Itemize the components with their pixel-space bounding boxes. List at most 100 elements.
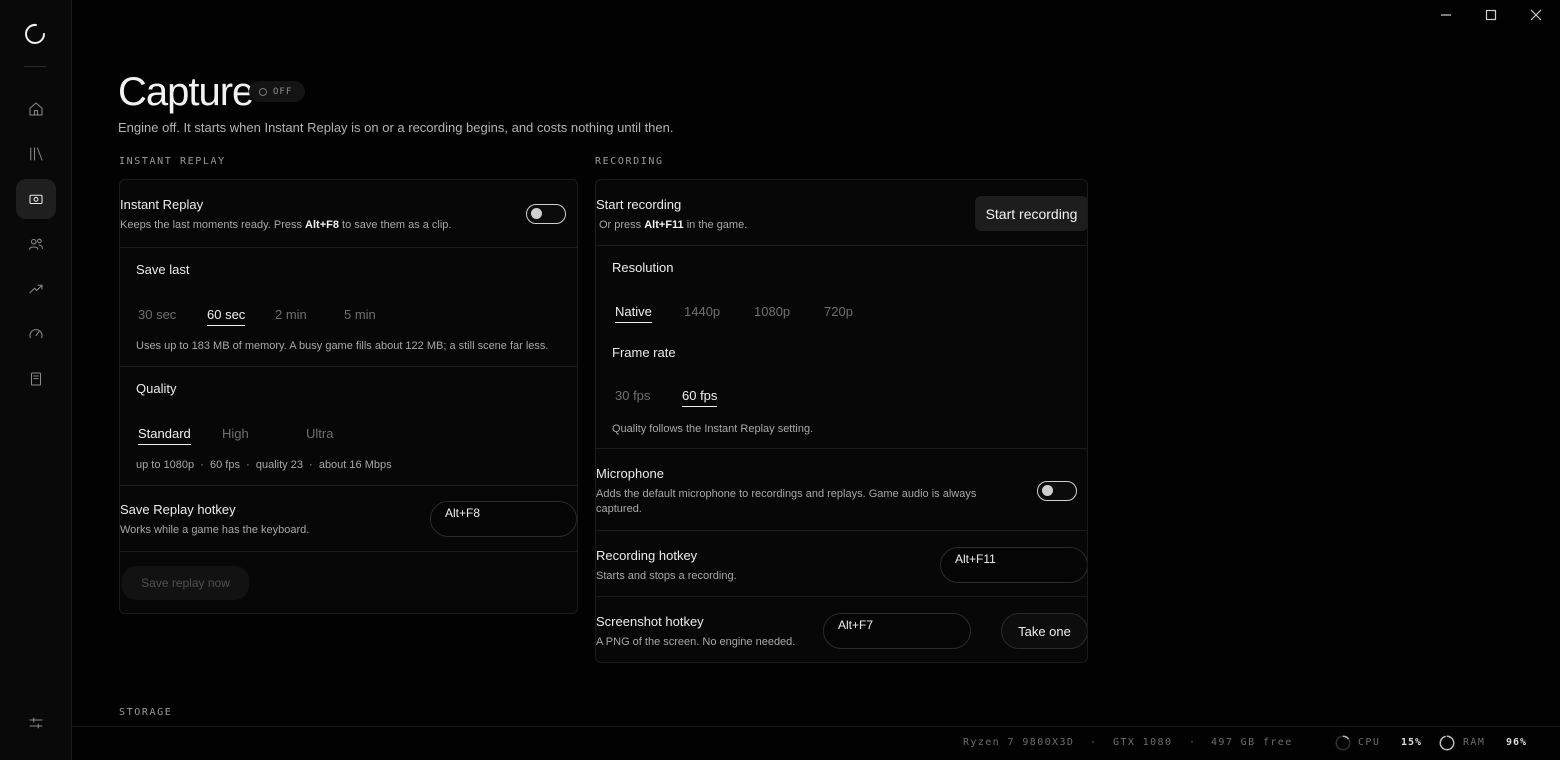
instant-replay-card: Instant Replay Keeps the last moments re… — [119, 179, 578, 614]
sliders-icon — [29, 717, 43, 729]
desc-text: in the game. — [683, 219, 748, 231]
save-last-title: Save last — [136, 262, 190, 277]
cpu-gauge-icon — [1335, 735, 1351, 751]
save-now-row: Save replay now — [120, 552, 577, 613]
quality-option-ultra[interactable]: Ultra — [306, 426, 333, 444]
disk-free: 497 GB free — [1211, 737, 1293, 748]
screenshot-hotkey-input[interactable]: Alt+F7 — [823, 613, 971, 649]
sidebar-item-performance[interactable] — [16, 314, 56, 354]
status-footer: Ryzen 7 9800X3D · GTX 1080 · 497 GB free… — [72, 726, 1560, 760]
sidebar-settings-button[interactable] — [16, 703, 56, 743]
start-recording-row: Start recording Or press Alt+F11 in the … — [596, 180, 1087, 246]
users-icon — [29, 238, 43, 250]
sidebar-item-library[interactable] — [16, 134, 56, 174]
quality-note: up to 1080p · 60 fps · quality 23 · abou… — [136, 459, 392, 471]
desc-text: Or press — [599, 219, 645, 231]
sidebar-item-home[interactable] — [16, 89, 56, 129]
sidebar-item-capture[interactable] — [16, 179, 56, 219]
resolution-title: Resolution — [612, 260, 674, 275]
recording-card: Start recording Or press Alt+F11 in the … — [595, 179, 1088, 663]
app-window: Capture OFF Engine off. It starts when I… — [0, 0, 1560, 760]
section-label-instant-replay: INSTANT REPLAY — [119, 156, 226, 167]
cpu-label: CPU — [1358, 737, 1381, 748]
microphone-toggle[interactable] — [1037, 481, 1077, 501]
gauge-fill — [1439, 735, 1455, 751]
microphone-desc: Adds the default microphone to recording… — [596, 488, 977, 515]
start-recording-title: Start recording — [596, 197, 682, 212]
save-last-option-60-sec[interactable]: 60 sec — [207, 307, 246, 326]
status-text: OFF — [273, 86, 293, 97]
save-last-option-2-min[interactable]: 2 min — [275, 307, 307, 325]
trend-icon — [29, 284, 43, 294]
save-replay-hotkey-input[interactable]: Alt+F8 — [430, 501, 577, 537]
save-replay-hotkey-desc: Works while a game has the keyboard. — [120, 524, 310, 536]
resolution-framerate-row: Resolution Native 1440p 1080p 720p Frame ra… — [596, 246, 1087, 449]
instant-replay-row: Instant Replay Keeps the last moments re… — [120, 180, 577, 248]
document-icon — [30, 372, 42, 386]
ram-label: RAM — [1463, 737, 1486, 748]
recording-hotkey-row: Recording hotkey Starts and stops a reco… — [596, 531, 1087, 597]
close-icon — [1530, 9, 1542, 21]
microphone-row: Microphone Adds the default microphone t… — [596, 449, 1087, 531]
camera-icon — [29, 194, 43, 205]
engine-status-badge: OFF — [249, 81, 305, 102]
footer-separator: · — [1090, 737, 1098, 748]
instant-replay-title: Instant Replay — [120, 197, 204, 212]
save-replay-now-button[interactable]: Save replay now — [122, 566, 249, 600]
desc-text: Keeps the last moments ready. Press — [120, 219, 306, 231]
sidebar — [0, 0, 72, 760]
screenshot-hotkey-row: Screenshot hotkey A PNG of the screen. N… — [596, 597, 1087, 662]
sidebar-item-notes[interactable] — [16, 359, 56, 399]
quality-title: Quality — [136, 381, 177, 396]
frame-rate-option-60-fps[interactable]: 60 fps — [682, 388, 718, 407]
recording-hotkey-input[interactable]: Alt+F11 — [940, 547, 1087, 583]
resolution-option-720p[interactable]: 720p — [824, 304, 853, 322]
sidebar-item-friends[interactable] — [16, 224, 56, 264]
start-recording-desc: Or press Alt+F11 in the game. — [599, 219, 747, 231]
footer-separator: · — [1189, 737, 1197, 748]
cpu-model: Ryzen 7 9800X3D — [963, 737, 1075, 748]
save-last-option-5-min[interactable]: 5 min — [344, 307, 376, 325]
resolution-option-native[interactable]: Native — [615, 304, 652, 323]
desc-hotkey: Alt+F11 — [644, 219, 684, 231]
ram-usage-value: 96% — [1506, 737, 1528, 748]
toggle-knob — [531, 208, 542, 219]
sidebar-item-stats[interactable] — [16, 269, 56, 309]
recording-hotkey-title: Recording hotkey — [596, 548, 698, 563]
section-label-storage: STORAGE — [119, 707, 173, 718]
quality-option-high[interactable]: High — [222, 426, 249, 444]
close-button[interactable] — [1516, 4, 1556, 26]
save-replay-hotkey-row: Save Replay hotkey Works while a game ha… — [120, 486, 577, 552]
recording-hotkey-desc: Starts and stops a recording. — [596, 570, 737, 582]
instant-replay-toggle[interactable] — [526, 204, 566, 224]
maximize-button[interactable] — [1471, 4, 1511, 26]
frame-rate-title: Frame rate — [612, 345, 676, 360]
resolution-option-1080p[interactable]: 1080p — [754, 304, 790, 322]
frame-rate-option-30-fps[interactable]: 30 fps — [615, 388, 650, 406]
desc-hotkey: Alt+F8 — [305, 219, 339, 231]
toggle-knob — [1042, 485, 1053, 496]
start-recording-button[interactable]: Start recording — [975, 196, 1087, 231]
microphone-title: Microphone — [596, 466, 664, 481]
frame-rate-note: Quality follows the Instant Replay setti… — [612, 423, 814, 435]
maximize-icon — [1485, 9, 1497, 21]
home-icon — [29, 102, 43, 116]
page-subtitle: Engine off. It starts when Instant Repla… — [118, 120, 674, 135]
take-screenshot-button[interactable]: Take one — [1001, 613, 1087, 649]
minimize-button[interactable] — [1426, 4, 1466, 26]
app-logo-icon[interactable] — [24, 22, 48, 46]
instant-replay-desc: Keeps the last moments ready. Press Alt+… — [120, 219, 451, 231]
resolution-option-1440p[interactable]: 1440p — [684, 304, 720, 322]
save-last-row: Save last 30 sec 60 sec 2 min 5 min Uses up… — [120, 248, 577, 367]
cpu-usage-value: 15% — [1401, 737, 1423, 748]
ram-gauge-icon — [1439, 735, 1455, 751]
library-icon — [30, 147, 43, 161]
quality-option-standard[interactable]: Standard — [138, 426, 191, 445]
sidebar-divider — [24, 66, 46, 67]
save-last-note: Uses up to 183 MB of memory. A busy game… — [136, 340, 549, 352]
screenshot-hotkey-desc: A PNG of the screen. No engine needed. — [596, 636, 796, 648]
save-replay-hotkey-title: Save Replay hotkey — [120, 502, 236, 517]
page-title: Capture — [118, 70, 254, 114]
gpu-model: GTX 1080 — [1113, 737, 1173, 748]
save-last-option-30-sec[interactable]: 30 sec — [138, 307, 176, 325]
